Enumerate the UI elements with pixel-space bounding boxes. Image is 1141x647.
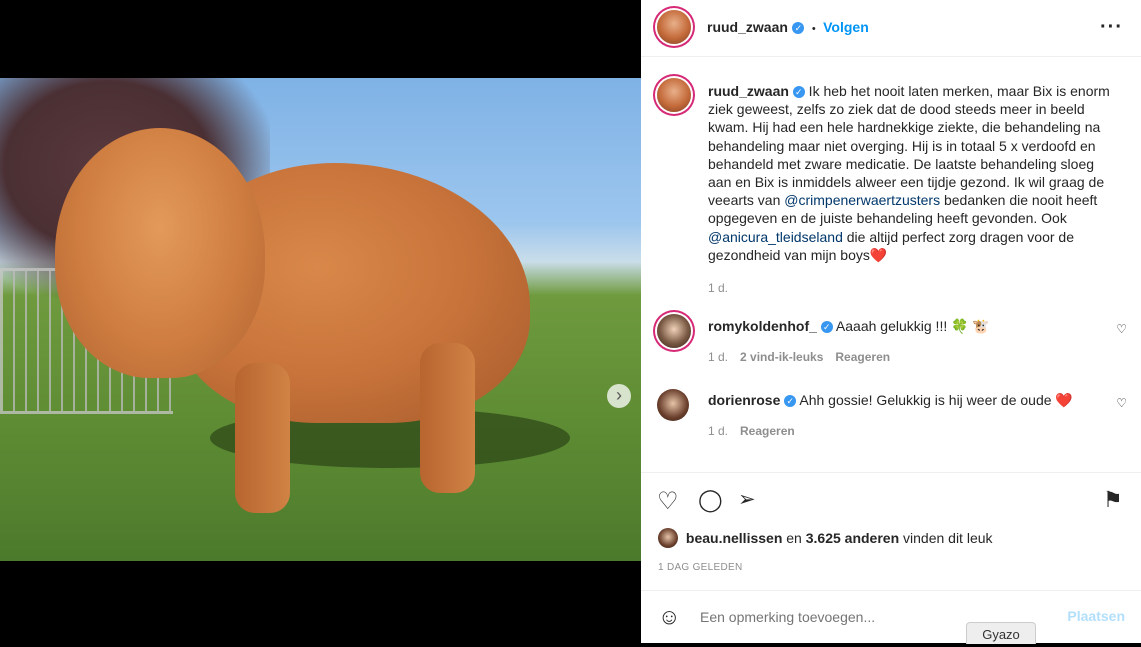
caption-text: Ik heb het nooit laten merken, maar Bix … — [708, 83, 1110, 209]
next-photo-button[interactable]: › — [607, 384, 631, 408]
comment-age: 1 d. — [708, 424, 729, 438]
liker-avatar — [658, 528, 678, 548]
mention-link[interactable]: @crimpenerwaertzusters — [784, 192, 940, 208]
bookmark-icon[interactable]: ⚑ — [1103, 487, 1123, 513]
comment-icon[interactable]: ◯ — [698, 487, 723, 513]
comment-username[interactable]: romykoldenhof_ — [708, 318, 817, 334]
reply-button[interactable]: Reageren — [835, 350, 890, 364]
emoji-icon[interactable]: ☺ — [658, 604, 680, 630]
action-bar: ♡ ◯ ➢ ⚑ — [641, 472, 1141, 515]
more-icon[interactable]: ··· — [1100, 16, 1123, 39]
comment-text: Aaaah gelukkig !!! 🍀 🐮 — [835, 318, 990, 334]
verified-icon: ✓ — [792, 22, 805, 34]
comment-text: Ahh gossie! Gelukkig is hij weer de oude… — [799, 392, 1073, 408]
comment: dorienrose ✓ Ahh gossie! Gelukkig is hij… — [708, 391, 1098, 440]
verified-icon: ✓ — [792, 86, 805, 98]
gyazo-button[interactable]: Gyazo — [966, 622, 1036, 644]
comment-avatar[interactable] — [657, 389, 689, 421]
verified-icon: ✓ — [820, 321, 833, 333]
comment-heart-icon[interactable]: ♡ — [1116, 322, 1127, 336]
comment-username[interactable]: dorienrose — [708, 392, 780, 408]
post-header: ruud_zwaan ✓ • Volgen ··· — [641, 0, 1141, 57]
separator-dot: • — [811, 23, 816, 35]
likes-summary: beau.nellissen en 3.625 anderen vinden d… — [658, 528, 993, 548]
likes-suffix: vinden dit leuk — [903, 530, 993, 546]
add-comment-bar: ☺ Plaatsen — [641, 590, 1141, 644]
post-photo: › ● — [0, 78, 641, 561]
likes-connector: en — [786, 530, 802, 546]
media-viewer: › ● — [0, 0, 641, 643]
caption-age: 1 d. — [708, 281, 729, 296]
cow-leg — [420, 343, 475, 493]
post-panel: ruud_zwaan ✓ • Volgen ··· ruud_zwaan ✓ I… — [641, 0, 1141, 643]
heart-icon[interactable]: ♡ — [657, 487, 679, 516]
liker-username[interactable]: beau.nellissen — [686, 530, 782, 546]
mention-link[interactable]: @anicura_tleidseland — [708, 229, 843, 245]
post-caption: ruud_zwaan ✓ Ik heb het nooit laten merk… — [708, 82, 1113, 297]
caption-avatar[interactable] — [657, 78, 691, 112]
comment-age: 1 d. — [708, 350, 729, 364]
author-username[interactable]: ruud_zwaan — [707, 19, 788, 35]
verified-icon: ✓ — [784, 395, 797, 407]
likes-count[interactable]: 3.625 anderen — [806, 530, 899, 546]
cow-leg — [235, 363, 290, 513]
author-avatar[interactable] — [657, 10, 691, 44]
comment-avatar[interactable] — [657, 314, 691, 348]
caption-username[interactable]: ruud_zwaan — [708, 83, 789, 99]
share-icon[interactable]: ➢ — [738, 487, 756, 512]
cow-head — [55, 128, 265, 378]
post-comment-button[interactable]: Plaatsen — [1067, 608, 1125, 624]
reply-button[interactable]: Reageren — [740, 424, 795, 438]
comment: romykoldenhof_ ✓ Aaaah gelukkig !!! 🍀 🐮 … — [708, 317, 1098, 366]
follow-button[interactable]: Volgen — [823, 19, 869, 35]
comment-heart-icon[interactable]: ♡ — [1116, 396, 1127, 410]
comment-likes-link[interactable]: 2 vind-ik-leuks — [740, 350, 823, 364]
post-date: 1 DAG GELEDEN — [658, 562, 743, 573]
